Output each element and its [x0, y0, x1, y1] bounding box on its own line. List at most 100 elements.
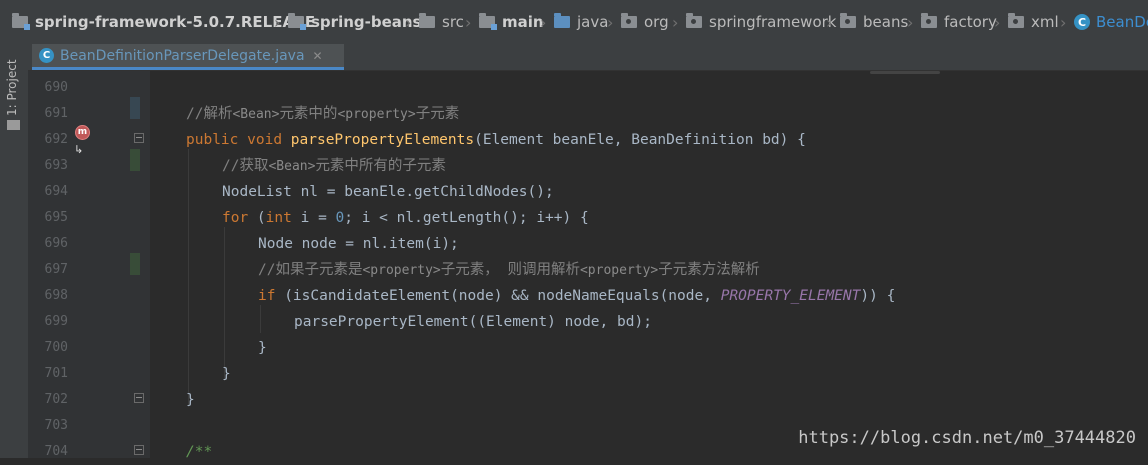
breadcrumb-item-spring-framework[interactable]: spring-framework-5.0.7.RELEASE: [12, 12, 315, 32]
line-number: 690: [44, 80, 68, 95]
class-icon: C: [39, 48, 54, 63]
code-line-698: if (isCandidateElement(node) && nodeName…: [258, 283, 895, 309]
code-line-695: for (int i = 0; i < nl.getLength(); i++)…: [222, 205, 589, 231]
breadcrumb-separator-icon: ›: [907, 13, 914, 32]
breadcrumb-item-springframework[interactable]: springframework: [686, 12, 836, 32]
line-number: 693: [44, 158, 68, 173]
line-number: 700: [44, 340, 68, 355]
line-number: 697: [44, 262, 68, 277]
breadcrumb-item-spring-beans[interactable]: spring-beans: [288, 12, 422, 32]
code-token: }: [186, 392, 195, 408]
breadcrumb-separator-icon: ›: [826, 13, 833, 32]
breadcrumb-item-beans[interactable]: beans: [840, 12, 908, 32]
module-folder-icon: [12, 13, 30, 30]
vcs-added-marker[interactable]: [130, 253, 140, 275]
code-token: 子元素: [415, 106, 460, 122]
breadcrumb-label: springframework: [709, 13, 837, 31]
vcs-modified-marker[interactable]: [130, 97, 140, 119]
breadcrumb-label: factory: [944, 13, 997, 31]
module-folder-icon: [288, 13, 306, 30]
close-icon[interactable]: ✕: [313, 49, 323, 63]
package-icon: [621, 13, 637, 28]
fold-toggle-icon[interactable]: [134, 133, 144, 143]
code-token: parsePropertyElements: [290, 132, 475, 148]
breadcrumb-label: BeanDef: [1096, 13, 1148, 31]
breadcrumb-separator-icon: ›: [540, 13, 547, 32]
breadcrumb: spring-framework-5.0.7.RELEASE › spring-…: [0, 0, 1148, 45]
breadcrumb-separator-icon: ›: [1060, 13, 1067, 32]
code-line-697: //如果子元素是<property>子元素， 则调用解析<property>子元…: [258, 257, 760, 283]
code-editor[interactable]: //解析<Bean>元素中的<property>子元素 public void …: [150, 71, 1148, 460]
code-token: }: [258, 340, 267, 356]
class-icon: C: [1074, 14, 1090, 30]
code-token: PROPERTY_ELEMENT: [720, 288, 861, 304]
code-line-696: Node node = nl.item(i);: [258, 231, 459, 257]
breadcrumb-separator-icon: ›: [405, 13, 412, 32]
editor-gutter: 690 691 692 693 694 695 696 697 698 699 …: [28, 71, 150, 459]
fold-toggle-icon[interactable]: [134, 393, 144, 403]
code-token: <property>: [362, 263, 441, 278]
editor-tab-active[interactable]: C BeanDefinitionParserDelegate.java ✕: [32, 44, 344, 70]
line-number: 691: [44, 106, 68, 121]
project-folder-icon: [7, 120, 20, 130]
editor-tab-strip: C BeanDefinitionParserDelegate.java ✕: [28, 44, 1148, 71]
scroll-hint: [870, 71, 940, 74]
fold-toggle-icon[interactable]: [134, 445, 144, 455]
code-token: (Element beanEle, BeanDefinition bd) {: [474, 132, 806, 148]
breadcrumb-item-src[interactable]: src: [419, 12, 464, 32]
code-token: NodeList nl = beanEle.getChildNodes();: [222, 184, 554, 200]
project-tool-window-button[interactable]: 1: Project: [5, 59, 19, 116]
code-token: void: [247, 132, 283, 148]
navigate-arrow-icon[interactable]: ↳: [74, 143, 83, 156]
vcs-added-marker[interactable]: [130, 149, 140, 171]
code-line-692: public void parsePropertyElements(Elemen…: [186, 127, 806, 153]
code-line-693: //获取<Bean>元素中所有的子元素: [222, 153, 446, 179]
watermark: https://blog.csdn.net/m0_37444820: [798, 428, 1136, 448]
breadcrumb-item-java[interactable]: java: [554, 12, 608, 32]
line-number: 701: [44, 366, 68, 381]
breadcrumb-separator-icon: ›: [607, 13, 614, 32]
breadcrumb-label: main: [502, 13, 544, 31]
breadcrumb-item-factory[interactable]: factory: [921, 12, 997, 32]
breadcrumb-label: org: [644, 13, 669, 31]
code-token: //解析: [186, 106, 233, 122]
indent-guide: [224, 227, 225, 381]
breadcrumb-item-main[interactable]: main: [479, 12, 544, 32]
breadcrumb-item-org[interactable]: org: [621, 12, 669, 32]
line-number: 696: [44, 236, 68, 251]
code-token: <property>: [337, 107, 416, 122]
breadcrumb-label: xml: [1031, 13, 1059, 31]
code-token: <Bean>: [268, 159, 316, 174]
code-token: for: [222, 210, 249, 226]
override-method-icon[interactable]: m: [75, 125, 90, 140]
module-folder-icon: [479, 13, 497, 30]
code-token: }: [222, 366, 231, 382]
breadcrumb-item-class[interactable]: C BeanDef: [1074, 12, 1148, 32]
code-line-704: /**: [186, 439, 212, 465]
line-number: 704: [44, 444, 68, 459]
code-token: 元素中的: [279, 106, 338, 122]
breadcrumb-separator-icon: ›: [672, 13, 679, 32]
breadcrumb-label: java: [577, 13, 609, 31]
code-line-694: NodeList nl = beanEle.getChildNodes();: [222, 179, 554, 205]
breadcrumb-item-xml[interactable]: xml: [1008, 12, 1059, 32]
code-token: 0: [335, 210, 345, 226]
code-line-701: }: [222, 361, 231, 387]
code-token: 子元素， 则调用解析: [440, 262, 580, 278]
indent-guide: [188, 149, 189, 407]
package-icon: [686, 13, 702, 28]
code-token: //获取: [222, 158, 269, 174]
line-number: 702: [44, 392, 68, 407]
indent-guide: [260, 305, 261, 333]
code-token: //如果子元素是: [258, 262, 363, 278]
package-icon: [840, 13, 856, 28]
package-icon: [1008, 13, 1024, 28]
code-line-699: parsePropertyElement((Element) node, bd)…: [294, 309, 652, 335]
code-token: i =: [291, 210, 336, 226]
line-number: 695: [44, 210, 68, 225]
code-token: <property>: [579, 263, 659, 278]
package-icon: [921, 13, 937, 28]
source-folder-icon: [554, 13, 570, 28]
code-line-700: }: [258, 335, 267, 361]
code-token: int: [265, 210, 292, 226]
